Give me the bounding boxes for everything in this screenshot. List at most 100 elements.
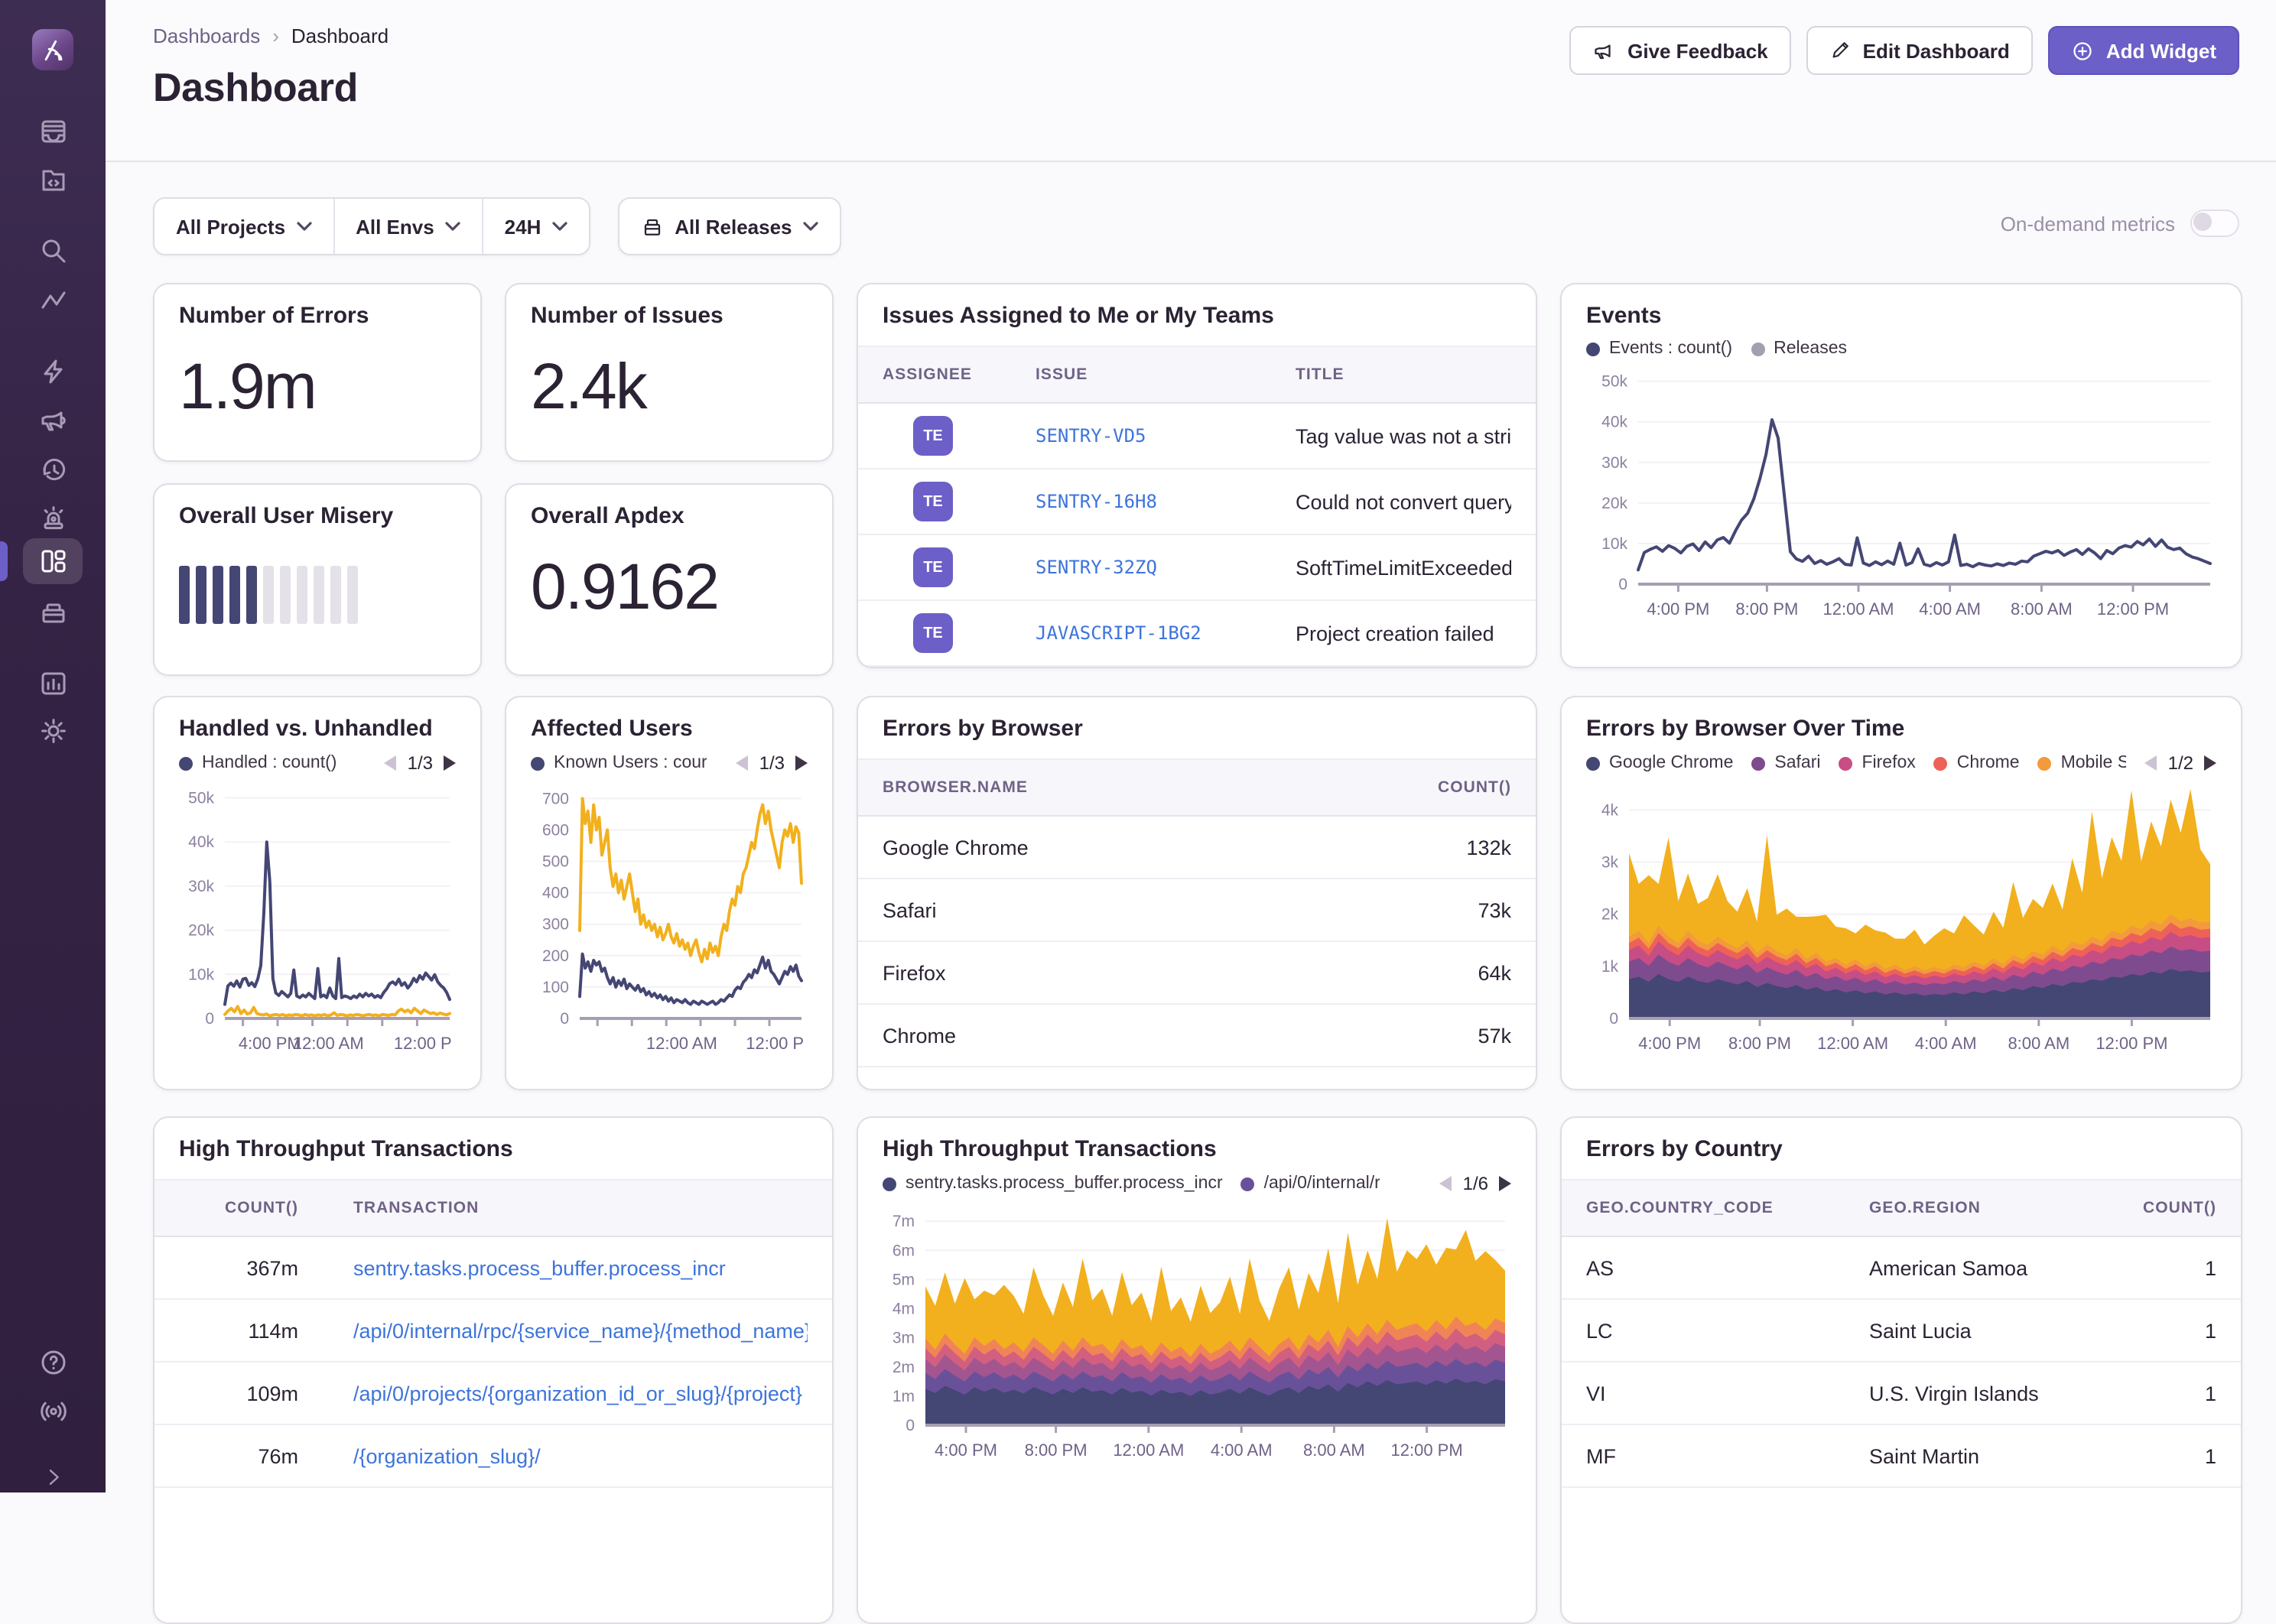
legend-item[interactable]: Firefox [1839, 754, 1915, 772]
widget-title: High Throughput Transactions [858, 1118, 1536, 1162]
column-header-assignee[interactable]: ASSIGNEE [883, 365, 1036, 384]
table-row: MFSaint Martin1 [1562, 1425, 2241, 1488]
legend-item[interactable]: Chrome [1934, 754, 2020, 772]
issue-link[interactable]: SENTRY-16H8 [1036, 491, 1296, 512]
column-header-country-code[interactable]: GEO.COUNTRY_CODE [1586, 1199, 1869, 1217]
column-header-count[interactable]: COUNT() [2143, 1199, 2216, 1217]
edit-dashboard-button[interactable]: Edit Dashboard [1806, 26, 2033, 75]
column-header-count[interactable]: COUNT() [179, 1199, 298, 1217]
svg-text:12:00 PM: 12:00 PM [1391, 1440, 1463, 1460]
region-name: Saint Martin [1869, 1444, 2205, 1467]
count-value: 367m [179, 1256, 298, 1279]
pager-next-icon[interactable] [2204, 755, 2216, 771]
issues-table-body: TESENTRY-VD5Tag value was not a stringTE… [858, 404, 1536, 667]
chevron-down-icon [551, 222, 567, 231]
assignee-avatar[interactable]: TE [913, 482, 953, 521]
transaction-link[interactable]: /api/0/projects/{organization_id_or_slug… [353, 1382, 808, 1405]
sidebar-item-performance[interactable] [0, 349, 106, 395]
issues-icon [37, 116, 68, 147]
sidebar-item-dashboards[interactable] [0, 538, 106, 584]
svg-text:4:00 AM: 4:00 AM [1211, 1440, 1273, 1460]
pager-next-icon[interactable] [795, 755, 808, 771]
table-header: BROWSER.NAME COUNT() [858, 758, 1536, 817]
pager-prev-icon[interactable] [385, 755, 397, 771]
date-range-filter[interactable]: 24H [482, 199, 589, 254]
sidebar-item-issues[interactable] [0, 109, 106, 154]
table-row: VIU.S. Virgin Islands1 [1562, 1363, 2241, 1425]
legend-item[interactable]: sentry.tasks.process_buffer.process_incr [883, 1174, 1223, 1193]
legend-item[interactable]: /api/0/internal/r [1241, 1174, 1380, 1193]
breadcrumb-current: Dashboard [291, 24, 389, 47]
legend-item[interactable]: Releases [1751, 339, 1847, 358]
assignee-avatar[interactable]: TE [913, 547, 953, 587]
pager-prev-icon[interactable] [1440, 1176, 1452, 1191]
table-row: 114m/api/0/internal/rpc/{service_name}/{… [154, 1300, 832, 1363]
column-header-issue[interactable]: ISSUE [1036, 365, 1296, 384]
sidebar-item-search[interactable] [0, 228, 106, 274]
legend-dot [883, 1177, 896, 1190]
svg-text:0: 0 [1609, 1010, 1618, 1028]
sentry-logo[interactable] [32, 29, 73, 70]
chart-legend: Handled : count() [179, 754, 337, 772]
chevron-down-icon [445, 222, 460, 231]
legend-item[interactable]: Events : count() [1586, 339, 1732, 358]
legend-item[interactable]: Handled : count() [179, 754, 337, 772]
release-filter[interactable]: All Releases [619, 199, 839, 254]
pager-next-icon[interactable] [444, 755, 456, 771]
sidebar-item-settings[interactable] [0, 708, 106, 754]
sidebar-item-projects[interactable] [0, 158, 106, 203]
assignee-avatar[interactable]: TE [913, 416, 953, 456]
svg-text:8:00 PM: 8:00 PM [1025, 1440, 1088, 1460]
breadcrumb-dashboards[interactable]: Dashboards [153, 24, 260, 47]
svg-text:4:00 PM: 4:00 PM [1647, 599, 1709, 619]
sidebar-item-replays[interactable] [0, 447, 106, 492]
pager-prev-icon[interactable] [2145, 755, 2157, 771]
add-widget-button[interactable]: Add Widget [2048, 26, 2239, 75]
sidebar-item-alerts[interactable] [0, 495, 106, 541]
svg-text:2k: 2k [1601, 906, 1619, 924]
legend-item[interactable]: Safari [1751, 754, 1820, 772]
sidebar-item-releases[interactable] [0, 589, 106, 635]
megaphone-icon [1592, 39, 1615, 62]
count-value: 76m [179, 1444, 298, 1467]
errors-by-browser-stacked-chart: 01k2k3k4k4:00 PM8:00 PM12:00 AM4:00 AM8:… [1562, 774, 2241, 1070]
give-feedback-button[interactable]: Give Feedback [1569, 26, 1791, 75]
ondemand-metrics-toggle[interactable] [2190, 209, 2239, 237]
transaction-link[interactable]: sentry.tasks.process_buffer.process_incr [353, 1256, 808, 1279]
legend-item[interactable]: Google Chrome [1586, 754, 1733, 772]
page-header: Dashboards › Dashboard Dashboard Give Fe… [106, 0, 2276, 162]
sidebar-collapse-button[interactable] [0, 1454, 106, 1500]
column-header-transaction[interactable]: TRANSACTION [353, 1199, 808, 1217]
big-number-value: 2.4k [506, 350, 832, 424]
issue-link[interactable]: JAVASCRIPT-1BG2 [1036, 622, 1296, 644]
sidebar-item-feedback[interactable] [0, 398, 106, 443]
legend-dot [531, 756, 545, 770]
issue-link[interactable]: SENTRY-VD5 [1036, 425, 1296, 447]
column-header-count[interactable]: COUNT() [1438, 778, 1511, 797]
column-header-title[interactable]: TITLE [1296, 365, 1511, 384]
sidebar-item-help[interactable] [0, 1340, 106, 1385]
legend-item[interactable]: Mobile S [2038, 754, 2127, 772]
column-header-region[interactable]: GEO.REGION [1869, 1199, 2143, 1217]
pager-next-icon[interactable] [1499, 1176, 1511, 1191]
column-header-browser[interactable]: BROWSER.NAME [883, 778, 1438, 797]
sidebar-item-whats-new[interactable] [0, 1389, 106, 1434]
project-filter[interactable]: All Projects [154, 199, 333, 254]
table-header: ASSIGNEE ISSUE TITLE [858, 346, 1536, 404]
sidebar-item-traces[interactable] [0, 278, 106, 324]
issue-link[interactable]: SENTRY-32ZQ [1036, 557, 1296, 578]
transaction-link[interactable]: /api/0/internal/rpc/{service_name}/{meth… [353, 1319, 808, 1342]
chart-legend: Events : count() Releases [1586, 339, 1847, 358]
assignee-avatar[interactable]: TE [913, 613, 953, 653]
count-value: 30k [1478, 1086, 1511, 1090]
country-table-body: ASAmerican Samoa1LCSaint Lucia1VIU.S. Vi… [1562, 1237, 2241, 1488]
legend-item[interactable]: Known Users : cour [531, 754, 707, 772]
stats-chart-icon [37, 668, 68, 699]
pager-prev-icon[interactable] [736, 755, 749, 771]
country-code: LC [1586, 1319, 1869, 1342]
page-title: Dashboard [153, 64, 358, 112]
environment-filter[interactable]: All Envs [333, 199, 482, 254]
sidebar-item-stats[interactable] [0, 661, 106, 706]
transactions-stacked-chart: 01m2m3m4m5m6m7m4:00 PM8:00 PM12:00 AM4:0… [858, 1194, 1536, 1468]
transaction-link[interactable]: /{organization_slug}/ [353, 1444, 808, 1467]
